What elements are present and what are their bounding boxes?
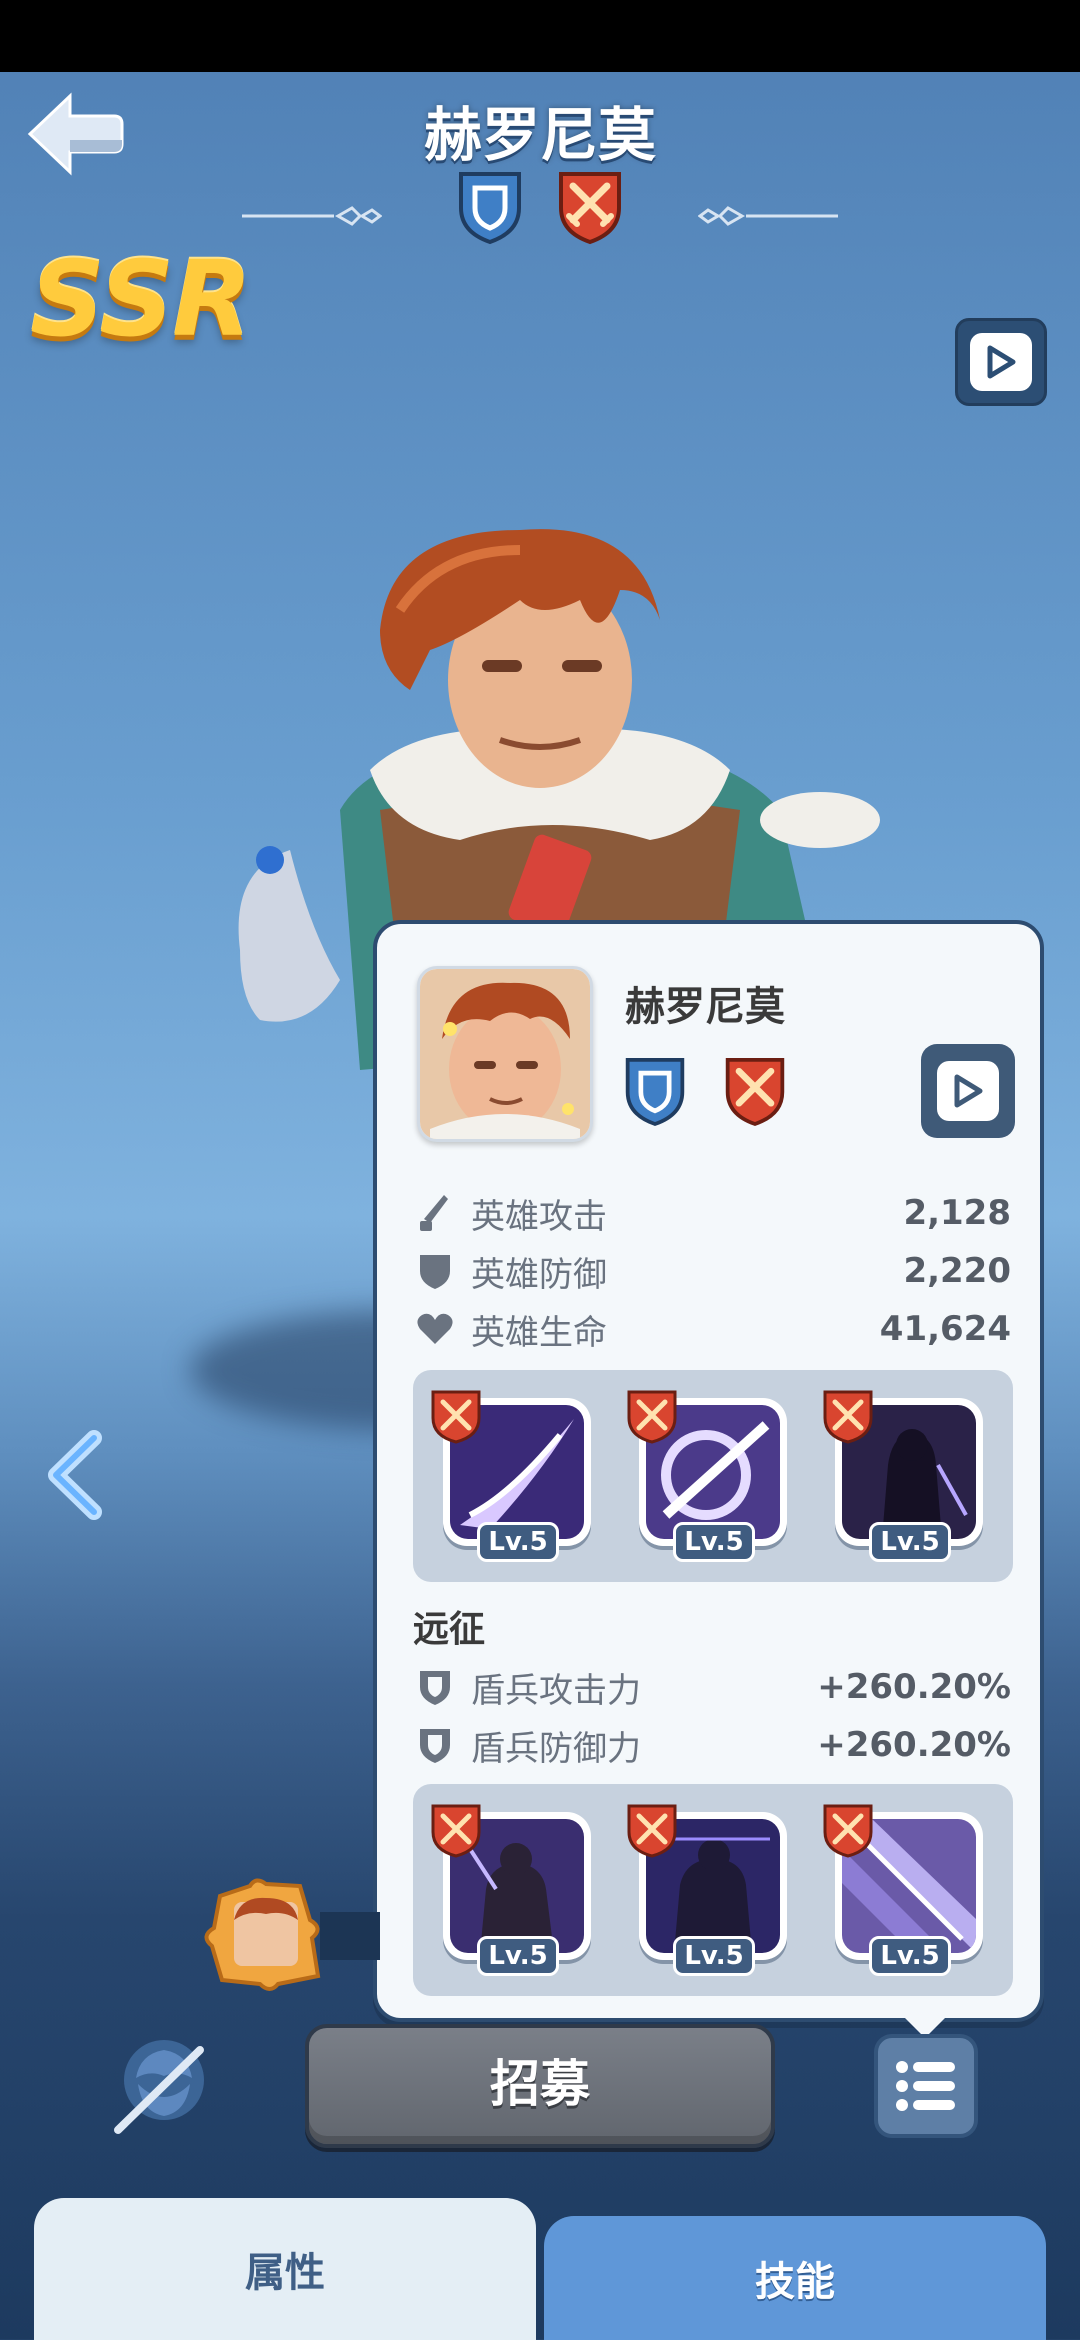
expedition-skills-panel: Lv.5 Lv.5 Lv.5 bbox=[413, 1784, 1013, 1996]
stat-row-health: 英雄生命 41,624 bbox=[415, 1304, 1011, 1354]
tab-attributes[interactable]: 属性 bbox=[34, 2198, 536, 2340]
shield-icon bbox=[415, 1667, 455, 1707]
skill-slot[interactable]: Lv.5 bbox=[823, 1804, 983, 1976]
card-play-video-button[interactable] bbox=[921, 1044, 1015, 1138]
stat-label: 英雄攻击 bbox=[471, 1196, 607, 1237]
rose-emblem-icon[interactable] bbox=[108, 2030, 220, 2138]
hero-skills-panel: Lv.5 Lv.5 Lv.5 bbox=[413, 1370, 1013, 1582]
skill-slot[interactable]: Lv.5 bbox=[627, 1390, 787, 1562]
heart-icon bbox=[415, 1309, 455, 1349]
play-icon bbox=[937, 1061, 999, 1121]
shield-icon bbox=[415, 1251, 455, 1291]
crossed-swords-icon bbox=[559, 172, 621, 245]
stat-label: 英雄生命 bbox=[471, 1312, 607, 1353]
crossed-swords-icon bbox=[431, 1390, 481, 1444]
expedition-title: 远征 bbox=[413, 1609, 486, 1650]
stat-value: +260.20% bbox=[817, 1667, 1011, 1707]
stat-label: 盾兵防御力 bbox=[471, 1728, 641, 1769]
skill-slot[interactable]: Lv.5 bbox=[431, 1390, 591, 1562]
hero-portrait bbox=[417, 966, 593, 1142]
skill-level: Lv.5 bbox=[477, 1522, 559, 1562]
skill-level: Lv.5 bbox=[673, 1522, 755, 1562]
skill-slot[interactable]: Lv.5 bbox=[431, 1804, 591, 1976]
stat-row-shield-defense: 盾兵防御力 +260.20% bbox=[415, 1720, 1011, 1770]
skill-level: Lv.5 bbox=[869, 1936, 951, 1976]
crossed-swords-icon bbox=[823, 1804, 873, 1858]
shield-class-icon bbox=[459, 172, 521, 245]
crossed-swords-icon bbox=[627, 1390, 677, 1444]
sword-icon bbox=[415, 1193, 455, 1233]
list-icon bbox=[896, 2061, 955, 2111]
crossed-swords-icon bbox=[431, 1804, 481, 1858]
skill-level: Lv.5 bbox=[869, 1522, 951, 1562]
stat-value: 41,624 bbox=[879, 1309, 1011, 1349]
stat-row-shield-attack: 盾兵攻击力 +260.20% bbox=[415, 1662, 1011, 1712]
title-divider-left bbox=[242, 206, 382, 226]
status-bar bbox=[0, 0, 1080, 72]
stat-row-defense: 英雄防御 2,220 bbox=[415, 1246, 1011, 1296]
stat-label: 英雄防御 bbox=[471, 1254, 607, 1295]
hero-fragment-puzzle-icon[interactable] bbox=[200, 1876, 330, 1994]
skill-slot[interactable]: Lv.5 bbox=[627, 1804, 787, 1976]
tab-skills[interactable]: 技能 bbox=[544, 2216, 1046, 2340]
stat-value: 2,128 bbox=[903, 1193, 1011, 1233]
crossed-swords-icon bbox=[627, 1804, 677, 1858]
stat-value: +260.20% bbox=[817, 1725, 1011, 1765]
recruit-button[interactable]: 招募 bbox=[305, 2024, 775, 2148]
shield-class-icon bbox=[625, 1058, 685, 1126]
skill-slot[interactable]: Lv.5 bbox=[823, 1390, 983, 1562]
stat-value: 2,220 bbox=[903, 1251, 1011, 1291]
play-icon bbox=[970, 333, 1032, 391]
title-divider-right bbox=[698, 206, 838, 226]
rarity-label: SSR bbox=[30, 238, 252, 360]
stat-label: 盾兵攻击力 bbox=[471, 1670, 641, 1711]
details-list-button[interactable] bbox=[874, 2034, 978, 2138]
stat-row-attack: 英雄攻击 2,128 bbox=[415, 1188, 1011, 1238]
hero-info-card: 赫罗尼莫 英雄攻击 2,128 英雄防御 2,220 英雄生命 41,624 L… bbox=[373, 920, 1044, 2022]
previous-hero-arrow-icon[interactable] bbox=[44, 1430, 110, 1520]
play-video-button[interactable] bbox=[955, 318, 1047, 406]
crossed-swords-icon bbox=[823, 1390, 873, 1444]
crossed-swords-icon bbox=[725, 1058, 785, 1126]
shield-icon bbox=[415, 1725, 455, 1765]
hero-title: 赫罗尼莫 bbox=[423, 101, 656, 169]
skill-level: Lv.5 bbox=[477, 1936, 559, 1976]
skill-level: Lv.5 bbox=[673, 1936, 755, 1976]
card-hero-name: 赫罗尼莫 bbox=[625, 984, 785, 1030]
